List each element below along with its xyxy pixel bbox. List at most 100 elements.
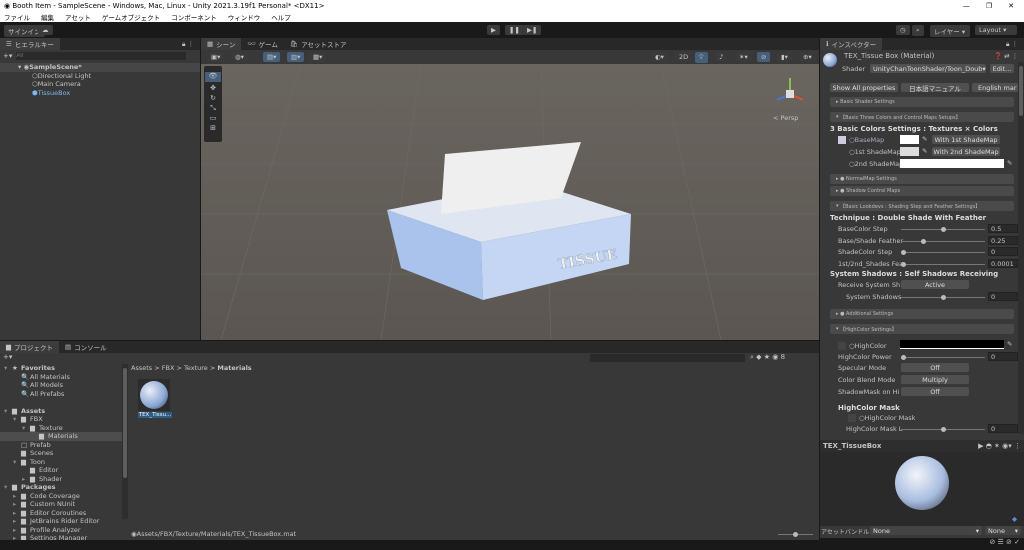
project-tree-item[interactable]: ▆ Scenes [0, 449, 122, 458]
receive-system-shadows-toggle[interactable]: Active [901, 280, 969, 289]
project-tree-item[interactable]: ▾ ▆ Assets [0, 407, 122, 416]
snap-button[interactable]: ▥▾ [287, 52, 305, 62]
search-icon[interactable]: ⌕ [912, 25, 924, 36]
cloud-icon[interactable]: ☁ [38, 25, 53, 35]
project-tree-item[interactable]: ▸ ▆ Shader [0, 475, 122, 484]
project-tree-item[interactable]: 🔍 All Models [0, 381, 122, 390]
expand-arrow-icon[interactable]: ▾ [4, 407, 12, 415]
scene-row[interactable]: ▾ ◉ SampleScene* [0, 63, 200, 72]
menu-gameobject[interactable]: ゲームオブジェクト [102, 12, 160, 22]
eyedropper-icon[interactable]: ✎ [922, 135, 927, 143]
project-tree-item[interactable]: ▸ ▆ Editor Coroutines [0, 509, 122, 518]
project-tree-item[interactable]: ▾ ★ Favorites [0, 364, 122, 373]
layout-dropdown[interactable]: Layout ▾ [975, 25, 1017, 35]
effects-button[interactable]: ✶▾ [735, 52, 752, 62]
project-search-input[interactable] [590, 354, 745, 362]
collapse-arrow-icon[interactable]: ▸ [13, 492, 21, 500]
foldout-normalmap[interactable]: ▸ ● NormalMap Settings [830, 174, 1014, 184]
foldout-basic-shader[interactable]: ▸ Basic Shader Settings [830, 97, 1014, 107]
tree-scrollbar[interactable] [122, 364, 128, 519]
system-shadows-slider[interactable] [901, 295, 985, 300]
japanese-manual-button[interactable]: 日本語マニュアル [901, 83, 969, 93]
project-tree-item[interactable]: ▸ ▆ Profile Analyzer [0, 526, 122, 535]
lock-icon[interactable]: 🔒︎ ⋮ [182, 40, 200, 49]
foldout-additional[interactable]: ▸ ● Additional Settings [830, 309, 1014, 319]
step-button[interactable]: ▶❚ [523, 25, 542, 35]
eyedropper-icon[interactable]: ✎ [1007, 159, 1012, 167]
collapse-arrow-icon[interactable]: ▸ [13, 509, 21, 517]
expand-arrow-icon[interactable]: ▾ [13, 458, 21, 466]
history-icon[interactable]: ◷ [896, 25, 910, 35]
expand-arrow-icon[interactable]: ▾ [22, 424, 30, 432]
slider-track[interactable] [901, 250, 985, 255]
menu-edit[interactable]: 編集 [41, 12, 54, 22]
foldout-highcolor[interactable]: ▾ 【HighColor Settings】 [830, 324, 1014, 334]
close-button[interactable]: ✕ [1008, 2, 1014, 10]
collapse-arrow-icon[interactable]: ▸ [13, 517, 21, 525]
layers-dropdown[interactable]: レイヤー ▾ [930, 25, 970, 37]
edit-shader-button[interactable]: Edit... [990, 64, 1014, 73]
highcolor-color[interactable] [900, 340, 1004, 349]
project-tree-item[interactable]: ▾ ▆ FBX [0, 415, 122, 424]
tab-asset-store[interactable]: 🛍︎ アセットストア [284, 38, 353, 50]
icon-size-slider[interactable] [778, 532, 813, 537]
tab-hierarchy[interactable]: ☰ ヒエラルキー [0, 38, 60, 50]
color-blend-mode-toggle[interactable]: Multiply [901, 375, 969, 384]
project-tree-item[interactable] [0, 398, 122, 407]
variant-dropdown[interactable]: None ▾ [985, 526, 1021, 535]
move-tool-icon[interactable]: ✥ [204, 84, 222, 94]
light-toggle[interactable]: 💡︎ [695, 52, 708, 63]
status-icons[interactable]: ⊘ ☰ ⊘ ✓ [820, 538, 1024, 550]
slider-track[interactable] [901, 261, 985, 267]
slider-value-field[interactable]: 0.5 [988, 224, 1018, 233]
project-tree-item[interactable]: ▸ ▆ Code Coverage [0, 492, 122, 501]
play-button[interactable]: ▶ [487, 25, 500, 35]
hc-power-field[interactable]: 0 [988, 352, 1018, 361]
menu-help[interactable]: ヘルプ [271, 12, 291, 22]
project-tree-item[interactable]: ▸ ▆ JetBrains Rider Editor [0, 517, 122, 526]
hierarchy-item-selected[interactable]: ⬢ TissueBox [0, 89, 200, 98]
specular-mode-toggle[interactable]: Off [901, 363, 969, 372]
tab-project[interactable]: ▆ プロジェクト [0, 341, 59, 353]
lock-icon[interactable]: 🔒︎ ⋮ [1006, 40, 1024, 49]
slider-track[interactable] [901, 238, 985, 244]
crumb[interactable]: Texture [184, 364, 208, 372]
rotate-tool-icon[interactable]: ↻ [204, 94, 222, 104]
hierarchy-search-input[interactable] [16, 52, 187, 60]
shading-button[interactable]: ◐▾ [651, 52, 668, 62]
system-shadows-field[interactable]: 0 [988, 292, 1018, 301]
expand-arrow-icon[interactable]: ▾ [4, 483, 12, 491]
tab-scene[interactable]: ▦ シーン [201, 38, 242, 50]
draw-mode-button[interactable]: ▣▾ [207, 52, 225, 62]
gizmos-button[interactable]: ⊕▾ [799, 52, 816, 62]
pause-button[interactable]: ❚❚ [505, 25, 524, 35]
foldout-shadow-control[interactable]: ▸ ● Shadow Control Maps [830, 186, 1014, 196]
slider-knob[interactable] [941, 227, 946, 232]
foldout-three-colors[interactable]: ▾ 【Basic Three Colors and Control Maps S… [830, 112, 1014, 122]
project-tree-item[interactable]: ▾ ▆ Toon [0, 458, 122, 467]
menu-file[interactable]: ファイル [4, 12, 30, 22]
transform-tool-icon[interactable]: ⊞ [204, 124, 222, 134]
audio-toggle[interactable]: ♪ [715, 52, 728, 62]
scale-tool-icon[interactable]: ⤡ [204, 104, 222, 114]
project-tree-item[interactable]: ▆ Materials [0, 432, 122, 441]
collapse-arrow-icon[interactable]: ▸ [13, 526, 21, 534]
hidden-toggle[interactable]: ⊘ [757, 52, 771, 62]
project-tree-item[interactable]: ▸ ▆ Custom NUnit [0, 500, 122, 509]
basemap-color[interactable] [900, 135, 919, 144]
increment-button[interactable]: ▦▾ [309, 52, 327, 62]
show-all-properties-button[interactable]: Show All properties [830, 83, 898, 92]
menu-component[interactable]: コンポーネント [171, 12, 217, 22]
with-1st-shademap-button[interactable]: With 1st ShadeMap [932, 135, 1000, 144]
view-tool-icon[interactable]: 👁︎ [205, 72, 221, 82]
expand-arrow-icon[interactable]: ▾ [13, 415, 21, 423]
slider-knob[interactable] [901, 250, 906, 255]
menu-assets[interactable]: アセット [65, 12, 91, 22]
assetbundle-dropdown[interactable]: None ▾ [870, 526, 982, 535]
orientation-gizmo[interactable] [776, 78, 804, 101]
basemap-texture-slot[interactable] [838, 136, 846, 144]
project-tree-item[interactable]: □ Prefab [0, 441, 122, 450]
project-tree-item[interactable]: ▾ ▆ Packages [0, 483, 122, 492]
slider-value-field[interactable]: 0 [988, 247, 1018, 256]
label-tag-icon[interactable]: ◆ [1012, 515, 1017, 523]
